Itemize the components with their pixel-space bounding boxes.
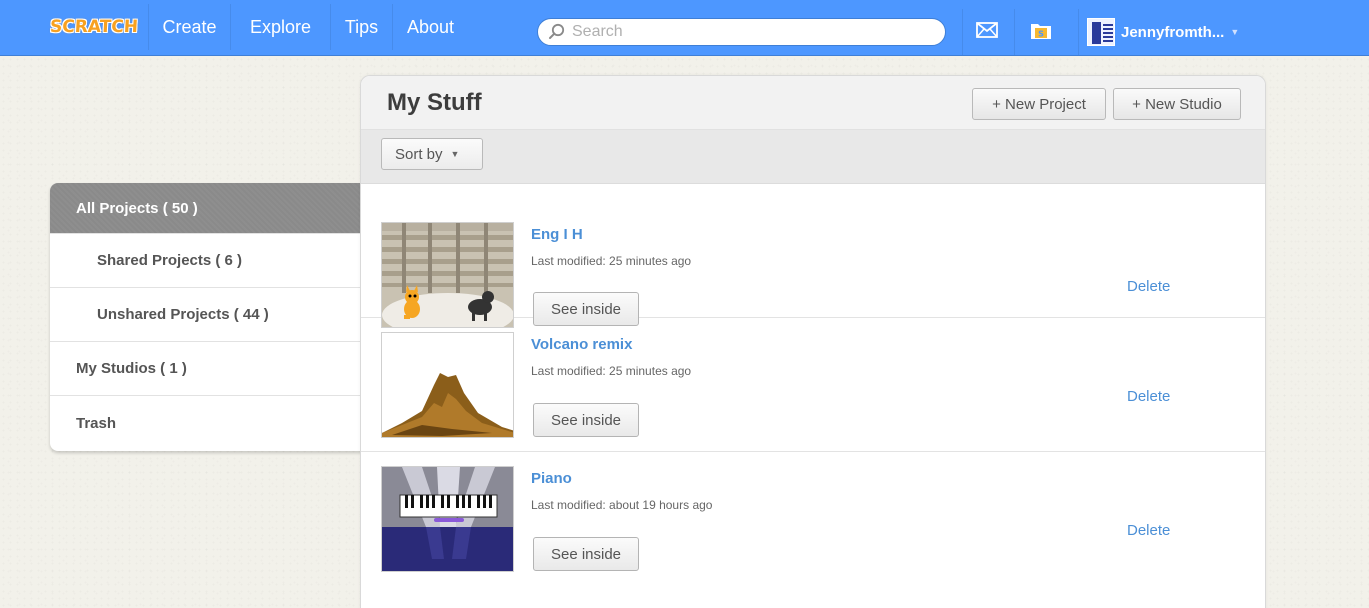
new-project-button[interactable]: + New Project	[972, 88, 1106, 120]
avatar	[1087, 18, 1115, 46]
nav-tips[interactable]: Tips	[330, 4, 392, 50]
nav-items: SCRATCH Create Explore Tips About	[40, 4, 468, 50]
page-title: My Stuff	[387, 89, 482, 116]
project-row: Volcano remix Last modified: 25 minutes …	[361, 318, 1265, 452]
top-navigation-bar: SCRATCH Create Explore Tips About Search…	[0, 0, 1369, 56]
delete-link[interactable]: Delete	[1127, 278, 1170, 295]
search-icon[interactable]	[544, 19, 570, 45]
see-inside-button[interactable]: See inside	[533, 403, 639, 437]
last-modified-text: Last modified: about 19 hours ago	[531, 498, 713, 512]
envelope-icon	[975, 21, 998, 43]
chevron-down-icon: ▼	[1230, 27, 1240, 37]
search-input[interactable]	[572, 20, 932, 44]
project-thumbnail[interactable]	[381, 466, 514, 572]
sidebar-item-unshared-projects[interactable]: Unshared Projects ( 44 )	[50, 288, 370, 342]
panel-header: My Stuff + New Project + New Studio	[361, 76, 1265, 130]
delete-link[interactable]: Delete	[1127, 522, 1170, 539]
scratch-logo-link[interactable]: SCRATCH	[40, 4, 148, 50]
sort-by-label: Sort by	[395, 145, 443, 163]
folder-icon: S	[1030, 20, 1052, 45]
my-stuff-button[interactable]: S	[1014, 9, 1066, 55]
sidebar-item-trash[interactable]: Trash	[50, 396, 370, 450]
new-studio-button[interactable]: + New Studio	[1113, 88, 1241, 120]
delete-link[interactable]: Delete	[1127, 388, 1170, 405]
project-thumbnail[interactable]	[381, 332, 514, 438]
nav-create[interactable]: Create	[148, 4, 230, 50]
project-title-link[interactable]: Piano	[531, 470, 572, 487]
nav-explore[interactable]: Explore	[230, 4, 330, 50]
project-row: Piano Last modified: about 19 hours ago …	[361, 452, 1265, 586]
sidebar-item-my-studios[interactable]: My Studios ( 1 )	[50, 342, 370, 396]
sort-by-dropdown[interactable]: Sort by ▼	[381, 138, 483, 170]
last-modified-text: Last modified: 25 minutes ago	[531, 364, 692, 378]
sidebar: All Projects ( 50 ) Shared Projects ( 6 …	[50, 183, 370, 451]
project-title-link[interactable]: Volcano remix	[531, 336, 632, 353]
project-row: Eng I H Last modified: 25 minutes ago Se…	[361, 184, 1265, 328]
svg-text:S: S	[1038, 29, 1044, 38]
account-menu[interactable]: Jennyfromth... ▼	[1078, 9, 1268, 55]
nav-about[interactable]: About	[392, 4, 468, 50]
messages-button[interactable]	[962, 9, 1010, 55]
see-inside-button[interactable]: See inside	[533, 537, 639, 571]
chevron-down-icon: ▼	[450, 149, 460, 159]
my-stuff-panel: My Stuff + New Project + New Studio Sort…	[360, 75, 1266, 608]
project-thumbnail[interactable]	[381, 222, 514, 328]
username: Jennyfromth...	[1121, 23, 1225, 41]
scratch-logo: SCRATCH	[49, 17, 139, 37]
sort-bar: Sort by ▼	[361, 130, 1265, 184]
sidebar-item-shared-projects[interactable]: Shared Projects ( 6 )	[50, 234, 370, 288]
last-modified-text: Last modified: 25 minutes ago	[531, 254, 692, 268]
project-title-link[interactable]: Eng I H	[531, 226, 583, 243]
sidebar-item-all-projects[interactable]: All Projects ( 50 )	[50, 183, 370, 234]
search-box	[537, 18, 946, 46]
